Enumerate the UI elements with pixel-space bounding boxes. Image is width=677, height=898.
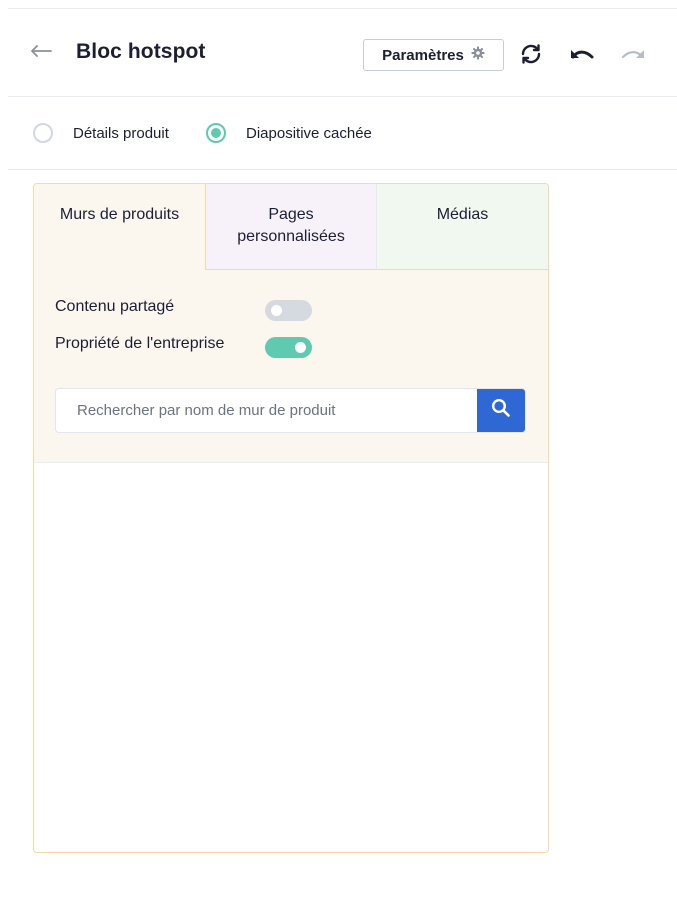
search-icon [491,398,511,423]
shared-content-toggle[interactable] [265,300,312,321]
back-button[interactable] [30,41,66,65]
results-area [34,463,548,852]
radio-product-details[interactable]: Détails produit [33,123,169,143]
page-title: Bloc hotspot [76,40,206,63]
company-owned-row: Propriété de l'entreprise [55,335,224,353]
undo-icon [569,45,595,68]
settings-label: Paramètres [382,46,464,64]
gear-icon [471,46,485,64]
arrow-left-icon [30,44,52,62]
radio-label: Détails produit [73,124,169,142]
search-box [55,388,526,433]
settings-button[interactable]: Paramètres [363,39,504,71]
search-button[interactable] [477,389,525,432]
content-picker-panel: Murs de produits Pages personnalisées Mé… [33,183,549,853]
radio-circle [33,123,53,143]
page: Bloc hotspot Paramètres Détails produit … [0,0,677,898]
tab-media[interactable]: Médias [377,184,548,270]
undo-button[interactable] [569,44,595,68]
radio-divider [8,169,677,170]
editor-header: Bloc hotspot Paramètres [0,9,677,96]
radio-label: Diapositive cachée [246,124,372,142]
sync-button[interactable] [518,43,544,70]
company-owned-toggle[interactable] [265,337,312,358]
radio-circle [206,123,226,143]
filter-area: Contenu partagé Propriété de l'entrepris… [34,270,548,463]
redo-button[interactable] [620,44,646,68]
company-owned-label: Propriété de l'entreprise [55,335,225,352]
tab-custom-pages-label: Pages personnalisées [237,206,345,245]
content-tabs: Murs de produits Pages personnalisées Mé… [34,184,548,270]
view-mode-radio-group: Détails produit Diapositive cachée [0,97,677,170]
tab-product-walls[interactable]: Murs de produits [34,184,206,270]
toggle-knob [271,305,282,316]
redo-icon [620,45,646,68]
shared-content-label: Contenu partagé [55,298,175,315]
tab-custom-pages[interactable]: Pages personnalisées [206,184,377,270]
shared-content-row: Contenu partagé [55,298,174,316]
radio-hidden-slide[interactable]: Diapositive cachée [206,123,372,143]
sync-icon [519,43,543,70]
toggle-knob [295,342,306,353]
search-input[interactable] [56,389,478,432]
